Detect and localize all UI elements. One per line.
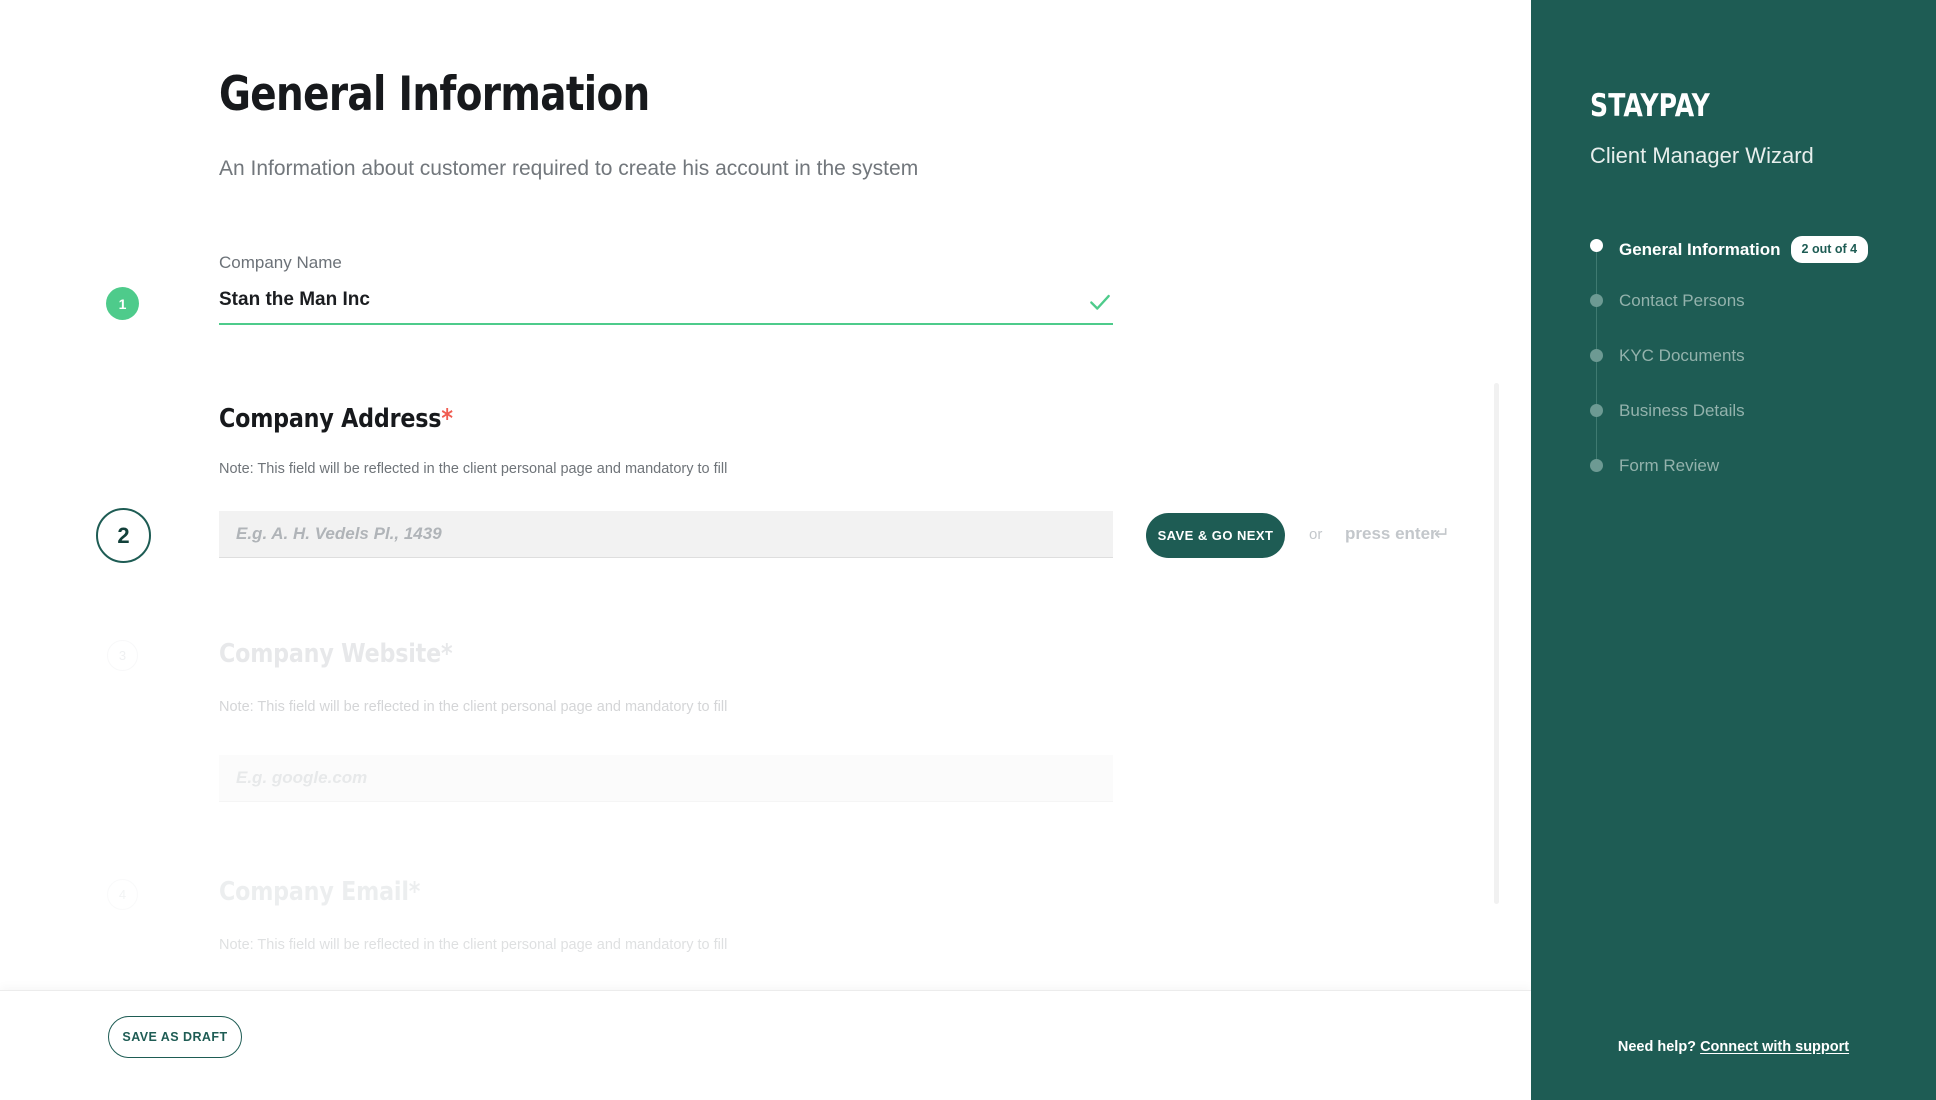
wizard-sidebar: STAYPAY Client Manager Wizard General In… (1531, 0, 1936, 1100)
press-enter-hint: press enter (1345, 524, 1437, 543)
company-name-label: Company Name (219, 253, 342, 272)
save-as-draft-button[interactable]: SAVE AS DRAFT (108, 1016, 242, 1058)
sidebar-step-label: General Information (1619, 240, 1781, 259)
connect-with-support-link[interactable]: Connect with support (1700, 1039, 1849, 1055)
help-footer: Need help? Connect with support (1531, 1039, 1936, 1055)
sidebar-step-label: Contact Persons (1619, 291, 1745, 310)
step-dot-icon (1590, 239, 1603, 252)
or-separator-label: or (1309, 526, 1323, 543)
step-counter-badge: 2 out of 4 (1790, 236, 1869, 263)
vertical-scrollbar[interactable] (1494, 383, 1499, 904)
company-email-heading: Company Email* (219, 877, 421, 907)
step-dot-icon (1590, 404, 1603, 417)
main-form-pane: General Information An Information about… (0, 0, 1531, 1100)
bottom-action-bar: SAVE AS DRAFT (0, 990, 1531, 1100)
wizard-step-list: General Information 2 out of 4 Contact Pe… (1590, 236, 1890, 511)
help-prefix-text: Need help? (1617, 1039, 1697, 1055)
page-title: General Information (219, 67, 650, 122)
sidebar-step-label: Business Details (1619, 401, 1745, 420)
company-address-note: Note: This field will be reflected in th… (219, 461, 728, 477)
sidebar-step-label: Form Review (1619, 456, 1720, 475)
company-name-value[interactable]: Stan the Man Inc (219, 289, 370, 311)
brand-subtitle: Client Manager Wizard (1590, 143, 1814, 168)
sidebar-step-business-details[interactable]: Business Details (1590, 401, 1890, 456)
required-asterisk: * (441, 404, 453, 434)
step-indicator-1: 1 (106, 287, 139, 320)
enter-key-arrow-icon: ↵ (1434, 524, 1450, 545)
client-manager-wizard-app: General Information An Information about… (0, 0, 1936, 1100)
page-subtitle: An Information about customer required t… (219, 157, 919, 180)
company-email-note: Note: This field will be reflected in th… (219, 937, 728, 953)
step-indicator-4: 4 (107, 879, 138, 910)
company-address-heading-text: Company Address (219, 404, 442, 434)
form-scroll-area: General Information An Information about… (0, 0, 1531, 1028)
company-name-field-wrap[interactable]: Stan the Man Inc (219, 289, 1113, 319)
company-address-input[interactable] (219, 511, 1113, 558)
sidebar-step-contact-persons[interactable]: Contact Persons (1590, 291, 1890, 346)
step-indicator-2: 2 (96, 508, 151, 563)
save-and-go-next-button[interactable]: SAVE & GO NEXT (1146, 513, 1285, 558)
step-dot-icon (1590, 459, 1603, 472)
step-indicator-3: 3 (107, 640, 138, 671)
sidebar-step-label: KYC Documents (1619, 346, 1745, 365)
company-website-note: Note: This field will be reflected in th… (219, 699, 728, 715)
sidebar-step-kyc-documents[interactable]: KYC Documents (1590, 346, 1890, 401)
step-dot-icon (1590, 294, 1603, 307)
company-name-underline (219, 323, 1113, 325)
step-dot-icon (1590, 349, 1603, 362)
company-website-input[interactable] (219, 755, 1113, 802)
check-icon (1090, 294, 1110, 310)
sidebar-step-form-review[interactable]: Form Review (1590, 456, 1890, 511)
sidebar-step-general-information[interactable]: General Information 2 out of 4 (1590, 236, 1890, 291)
company-website-heading: Company Website* (219, 639, 453, 669)
company-address-heading: Company Address* (219, 404, 453, 434)
brand-logo: STAYPAY (1590, 88, 1710, 124)
